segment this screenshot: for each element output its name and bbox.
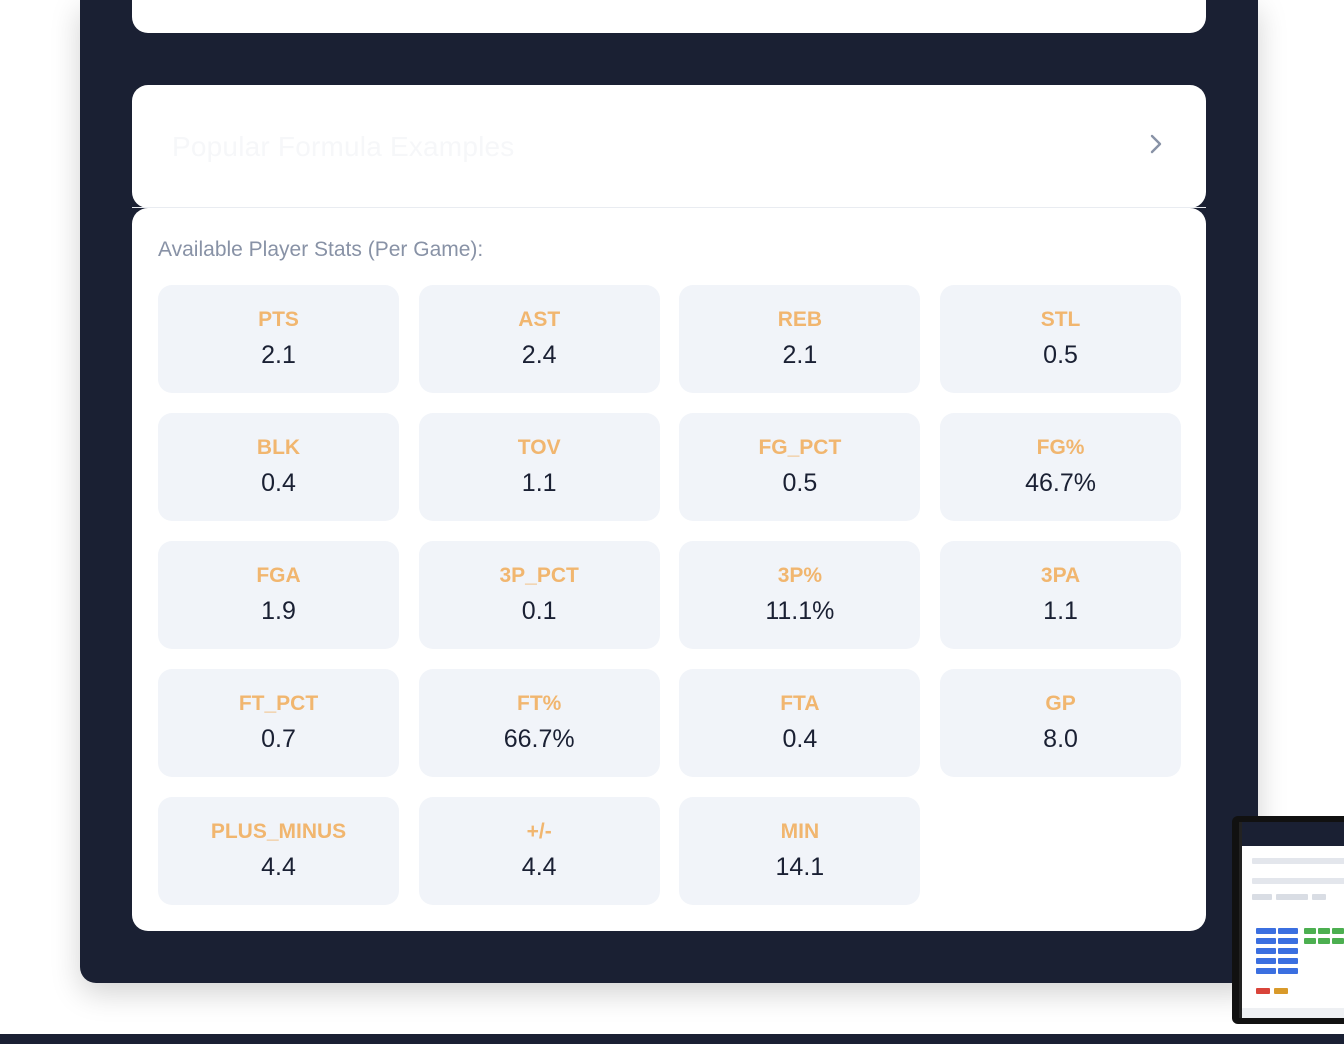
stat-value: 1.9 [261, 597, 296, 625]
stat-name: 3P% [777, 564, 823, 587]
stat-name: FG_PCT [758, 436, 842, 459]
stat-tile[interactable]: 3P% 11.1% [679, 541, 921, 649]
stat-name: TOV [517, 436, 561, 459]
stat-tile[interactable]: FT% 66.7% [418, 669, 660, 777]
stat-tile[interactable]: FTA 0.4 [679, 669, 921, 777]
stat-name: PLUS_MINUS [210, 820, 347, 843]
stat-tile[interactable]: +/- 4.4 [418, 797, 660, 905]
stat-tile[interactable]: AST 2.4 [418, 285, 660, 393]
player-stats-card: Available Player Stats (Per Game): PTS 2.… [132, 208, 1206, 931]
popular-formula-examples-toggle[interactable]: Popular Formula Examples [132, 85, 1206, 208]
stat-value: 4.4 [521, 853, 557, 881]
stat-tile[interactable]: PTS 2.1 [158, 285, 399, 393]
stat-tile[interactable]: FT_PCT 0.7 [158, 669, 399, 777]
stat-name: FT% [517, 692, 562, 715]
stat-value: 14.1 [775, 853, 825, 881]
stat-value: 11.1% [765, 597, 835, 625]
bottom-bar [0, 1034, 1344, 1044]
stats-grid: PTS 2.1 AST 2.4 REB 2.1 STL 0.5 BLK 0.4 TOV 1.1 FG_P… [158, 285, 1182, 905]
stat-value: 0.4 [261, 469, 296, 497]
chevron-right-icon[interactable] [1146, 132, 1166, 161]
accordion-title: Popular Formula Examples [172, 130, 515, 162]
stat-tile[interactable]: FGA 1.9 [158, 541, 399, 649]
stats-heading: Available Player Stats (Per Game): [158, 238, 484, 261]
stat-name: GP [1045, 692, 1076, 715]
stat-value: 2.1 [782, 341, 818, 369]
stat-value: 4.4 [261, 853, 296, 881]
stat-tile[interactable]: REB 2.1 [679, 285, 921, 393]
stat-value: 2.1 [261, 341, 296, 369]
stat-name: MIN [780, 820, 820, 843]
stat-name: FGA [256, 564, 301, 587]
stat-tile[interactable]: FG% 46.7% [940, 413, 1182, 521]
stat-name: FG% [1036, 436, 1085, 459]
stat-name: FTA [780, 692, 820, 715]
stat-tile[interactable]: TOV 1.1 [418, 413, 660, 521]
stat-tile[interactable]: BLK 0.4 [158, 413, 399, 521]
stat-tile[interactable]: FG_PCT 0.5 [679, 413, 921, 521]
stat-name: AST [518, 308, 561, 331]
stat-value: 8.0 [1043, 725, 1078, 753]
thumbnail-preview [1239, 822, 1344, 1018]
stat-value: 1.1 [521, 469, 557, 497]
stat-value: 0.4 [782, 725, 818, 753]
stat-tile[interactable]: 3PA 1.1 [940, 541, 1182, 649]
stat-name: 3PA [1040, 564, 1081, 587]
previous-card [132, 0, 1206, 33]
screenshot-thumbnail[interactable] [1232, 816, 1344, 1024]
stat-value: 66.7% [503, 725, 575, 753]
stat-tile[interactable]: STL 0.5 [940, 285, 1182, 393]
stat-value: 46.7% [1025, 469, 1096, 497]
stat-value: 0.1 [521, 597, 557, 625]
stat-value: 0.5 [1043, 341, 1078, 369]
stat-value: 2.4 [521, 341, 557, 369]
stat-name: REB [777, 308, 823, 331]
stat-name: FT_PCT [238, 692, 319, 715]
stat-tile[interactable]: GP 8.0 [940, 669, 1182, 777]
stat-name: 3P_PCT [499, 564, 579, 587]
stat-name: +/- [526, 820, 552, 843]
stat-name: PTS [258, 308, 299, 331]
stat-name: BLK [256, 436, 301, 459]
stat-tile[interactable]: MIN 14.1 [679, 797, 921, 905]
stat-value: 1.1 [1043, 597, 1078, 625]
stat-name: STL [1040, 308, 1081, 331]
stat-value: 0.7 [261, 725, 296, 753]
stat-value: 0.5 [782, 469, 818, 497]
stat-tile[interactable]: PLUS_MINUS 4.4 [158, 797, 399, 905]
stat-tile[interactable]: 3P_PCT 0.1 [418, 541, 660, 649]
